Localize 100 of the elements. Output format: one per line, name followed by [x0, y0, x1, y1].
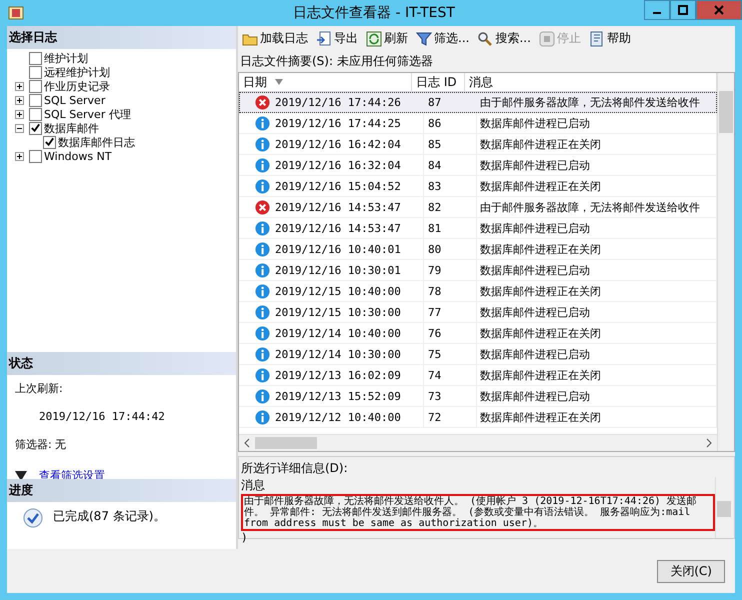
date-cell: 2019/12/16 17:44:25 — [275, 116, 401, 130]
tree-item[interactable]: SQL Server — [44, 94, 106, 106]
info-icon — [255, 242, 270, 256]
table-row[interactable]: 2019/12/14 10:40:00 76 数据库邮件进程正在关闭 — [239, 323, 717, 344]
date-cell: 2019/12/14 10:40:00 — [275, 326, 401, 340]
date-cell: 2019/12/16 10:30:01 — [275, 264, 401, 276]
info-icon — [255, 326, 270, 340]
error-icon — [255, 200, 270, 214]
scroll-thumb[interactable] — [717, 501, 731, 517]
scroll-right-icon[interactable] — [706, 438, 712, 448]
minimize-button[interactable] — [644, 0, 670, 20]
last-refresh-time: 2019/12/16 17:44:42 — [38, 410, 166, 423]
tree-item[interactable]: 数据库邮件 — [44, 120, 99, 136]
table-row[interactable]: 2019/12/16 16:42:04 85 数据库邮件进程正在关闭 — [239, 134, 717, 155]
table-row[interactable]: 2019/12/15 10:30:00 77 数据库邮件进程已启动 — [239, 302, 717, 323]
search-icon — [477, 30, 494, 46]
app-icon — [8, 5, 24, 21]
vertical-scrollbar[interactable] — [717, 73, 734, 451]
date-cell: 2019/12/16 16:42:04 — [275, 138, 401, 150]
horizontal-scrollbar[interactable] — [239, 434, 717, 451]
filter-icon — [416, 30, 432, 46]
tree-item[interactable]: 远程维护计划 — [44, 64, 110, 80]
vertical-scrollbar[interactable] — [715, 477, 732, 538]
id-cell: 82 — [424, 197, 477, 217]
last-refresh-label: 上次刷新: — [15, 381, 64, 396]
table-row[interactable]: 2019/12/16 10:40:01 80 数据库邮件进程正在关闭 — [239, 239, 717, 260]
expand-icon[interactable] — [15, 110, 24, 118]
scroll-thumb[interactable] — [255, 437, 317, 449]
tree-item[interactable]: 作业历史记录 — [44, 78, 110, 94]
details-label: 所选行详细信息(D): — [241, 460, 349, 477]
table-row[interactable]: 2019/12/16 14:53:47 82 由于邮件服务器故障，无法将邮件发送给收件 — [239, 197, 717, 218]
table-row[interactable]: 2019/12/16 15:04:52 83 数据库邮件进程正在关闭 — [239, 176, 717, 197]
id-cell: 78 — [424, 281, 477, 301]
table-row[interactable]: 2019/12/16 17:44:25 86 数据库邮件进程已启动 — [239, 113, 717, 134]
checkbox[interactable] — [29, 94, 42, 106]
date-cell: 2019/12/13 16:02:09 — [275, 368, 401, 382]
table-row[interactable]: 2019/12/16 14:53:47 81 数据库邮件进程已启动 — [239, 218, 717, 239]
toolbar-button[interactable]: 帮助 — [586, 29, 633, 48]
selected-row[interactable]: 2019/12/16 17:44:26 87 由于邮件服务器故障，无法将邮件发送给收件 — [239, 92, 717, 113]
column-header[interactable]: 日期 — [239, 73, 412, 91]
date-cell: 2019/12/15 10:40:00 — [275, 284, 401, 298]
toolbar-button[interactable]: 筛选... — [414, 29, 472, 48]
table-row[interactable]: 2019/12/16 16:32:04 84 数据库邮件进程已启动 — [239, 155, 717, 176]
id-cell: 79 — [424, 260, 477, 280]
table-row[interactable]: 2019/12/15 10:40:00 78 数据库邮件进程正在关闭 — [239, 281, 717, 302]
table-row[interactable]: 2019/12/12 10:40:00 72 数据库邮件进程正在关闭 — [239, 407, 717, 428]
table-row[interactable]: 2019/12/16 10:30:01 79 数据库邮件进程已启动 — [239, 260, 717, 281]
expand-icon[interactable] — [15, 152, 24, 160]
checkbox[interactable] — [29, 122, 42, 134]
close-button[interactable] — [696, 0, 742, 20]
info-icon — [255, 368, 270, 382]
checkbox[interactable] — [43, 136, 56, 148]
date-cell: 2019/12/15 10:30:00 — [275, 306, 401, 318]
table-row[interactable]: 2019/12/14 10:30:00 75 数据库邮件进程已启动 — [239, 344, 717, 365]
checkbox[interactable] — [29, 108, 42, 120]
expand-icon[interactable] — [15, 124, 24, 132]
id-cell: 80 — [424, 239, 477, 259]
tree-item[interactable]: 数据库邮件日志 — [58, 134, 135, 150]
id-cell: 84 — [424, 155, 477, 175]
id-cell: 75 — [424, 344, 477, 364]
table-row[interactable]: 2019/12/13 15:52:09 73 数据库邮件进程已启动 — [239, 386, 717, 407]
info-icon — [255, 346, 270, 362]
id-cell: 81 — [424, 218, 477, 238]
tree-item[interactable]: SQL Server 代理 — [44, 106, 131, 122]
column-header[interactable]: 日志 ID — [412, 73, 465, 91]
toolbar-button[interactable]: 导出 — [314, 29, 360, 48]
close-icon — [714, 5, 724, 15]
folder-icon — [242, 32, 258, 46]
expand-icon[interactable] — [15, 96, 24, 104]
scroll-left-icon[interactable] — [244, 438, 250, 448]
tree-item[interactable]: 维护计划 — [44, 50, 88, 66]
section-header: 状态 — [7, 352, 236, 375]
table-row[interactable]: 2019/12/13 16:02:09 74 数据库邮件进程正在关闭 — [239, 365, 717, 386]
info-icon — [255, 388, 270, 404]
maximize-button[interactable] — [670, 0, 696, 20]
closing-paren: ) — [241, 531, 249, 544]
close-dialog-button[interactable]: 关闭(C) — [657, 560, 725, 582]
toolbar-button[interactable]: 搜索... — [475, 29, 533, 48]
id-cell: 85 — [424, 134, 477, 154]
info-icon — [255, 304, 270, 320]
date-cell: 2019/12/16 10:40:01 — [275, 242, 401, 256]
section-header: 选择日志 — [7, 26, 236, 49]
toolbar-button[interactable]: 刷新 — [364, 29, 410, 48]
checkbox[interactable] — [29, 150, 42, 162]
checkbox[interactable] — [29, 52, 42, 64]
date-cell: 2019/12/16 16:32:04 — [275, 158, 401, 172]
stop-icon — [538, 30, 555, 46]
expand-icon[interactable] — [15, 82, 24, 90]
toolbar-button[interactable]: 加载日志 — [240, 29, 310, 48]
filter-status: 筛选器: 无 — [15, 437, 68, 452]
checkbox[interactable] — [29, 66, 42, 78]
info-icon — [255, 178, 270, 194]
tree-item[interactable]: Windows NT — [44, 150, 112, 162]
id-cell: 72 — [424, 407, 477, 427]
checkbox[interactable] — [29, 80, 42, 92]
scroll-thumb[interactable] — [719, 91, 733, 133]
section-header: 进度 — [7, 479, 236, 502]
date-cell: 2019/12/12 10:40:00 — [275, 410, 401, 424]
info-icon — [255, 284, 270, 298]
id-cell: 76 — [424, 323, 477, 343]
